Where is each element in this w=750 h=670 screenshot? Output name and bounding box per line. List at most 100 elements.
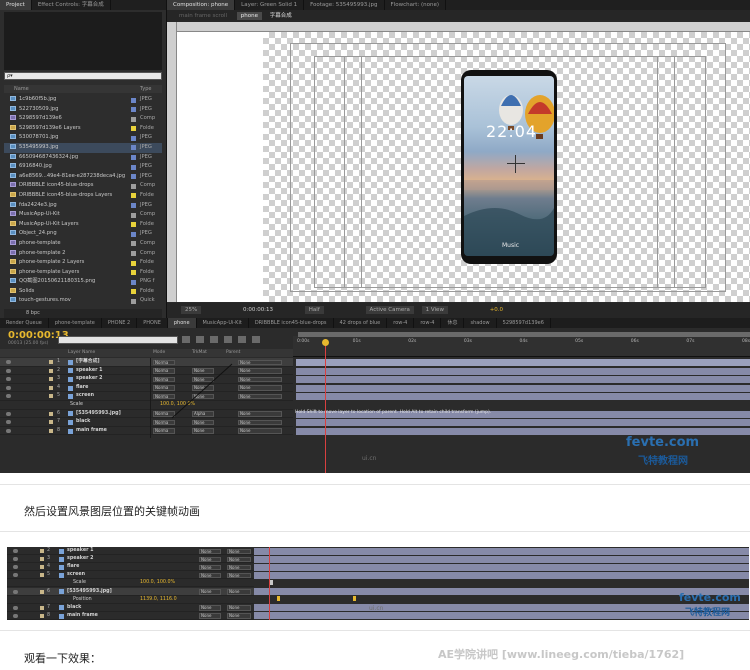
layer-row[interactable]: 7 black Norma None None bbox=[0, 418, 293, 427]
eye-icon[interactable] bbox=[13, 589, 18, 594]
landscape-screen-layer[interactable]: 22:04 Music bbox=[464, 76, 554, 256]
layer-name[interactable]: screen bbox=[67, 571, 85, 579]
label-color-swatch[interactable] bbox=[49, 411, 53, 416]
trkmat-select[interactable]: None bbox=[199, 605, 221, 611]
ruler-top[interactable] bbox=[177, 22, 750, 32]
parent-select[interactable]: None bbox=[238, 428, 282, 434]
layer-duration-bar[interactable] bbox=[254, 563, 749, 571]
eye-icon[interactable] bbox=[6, 428, 11, 433]
trkmat-select[interactable]: None bbox=[199, 548, 221, 554]
comp-flowchart-icon[interactable] bbox=[182, 336, 190, 343]
project-item[interactable]: DRIBBBLE icon45-blue-drops Layers Folde bbox=[4, 191, 162, 201]
project-item[interactable]: 535495993.jpg JPEG bbox=[4, 142, 162, 153]
label-color-swatch[interactable] bbox=[131, 155, 136, 161]
project-item[interactable]: phone-template 2 Layers Folde bbox=[4, 258, 162, 268]
resolution-select[interactable]: Half bbox=[304, 306, 324, 314]
parent-select[interactable]: None bbox=[238, 419, 282, 426]
position-keyframe[interactable] bbox=[353, 596, 356, 602]
layer-duration-bar[interactable] bbox=[254, 571, 749, 579]
property-track[interactable] bbox=[254, 596, 749, 604]
project-item[interactable]: MusicApp-Ui-Kit Layers Folde bbox=[4, 220, 162, 230]
property-value[interactable]: 100.0, 100.0% bbox=[140, 579, 175, 587]
label-color-swatch[interactable] bbox=[40, 573, 44, 578]
label-color-swatch[interactable] bbox=[49, 394, 53, 399]
timeline-tab[interactable]: phone bbox=[167, 318, 197, 328]
eye-icon[interactable] bbox=[13, 605, 18, 610]
tab-composition[interactable]: Composition: phone bbox=[167, 0, 236, 10]
column-type[interactable]: Type bbox=[140, 85, 151, 93]
layer-name[interactable]: [535495993.jpg] bbox=[67, 588, 112, 596]
project-item[interactable]: MusicApp-Ui-Kit Comp bbox=[4, 210, 162, 220]
eye-icon[interactable] bbox=[6, 420, 11, 425]
property-track[interactable] bbox=[296, 402, 750, 409]
eye-icon[interactable] bbox=[6, 377, 11, 382]
tab-layer[interactable]: Layer: Green Solid 1 bbox=[235, 0, 305, 10]
label-color-swatch[interactable] bbox=[131, 164, 136, 170]
parent-select[interactable]: None bbox=[227, 556, 251, 563]
layer-name[interactable]: speaker 1 bbox=[67, 547, 93, 555]
project-search-input[interactable]: ρ▾ bbox=[4, 72, 162, 80]
label-color-swatch[interactable] bbox=[131, 97, 136, 103]
timeline-tab[interactable]: shadow bbox=[464, 318, 497, 328]
layer-name[interactable]: [535495993.jpg] bbox=[76, 410, 121, 419]
eye-icon[interactable] bbox=[6, 368, 11, 373]
column-name[interactable]: Name bbox=[14, 85, 29, 93]
motion-blur-icon[interactable] bbox=[238, 336, 246, 343]
layer-row[interactable]: 5 screen None None bbox=[7, 571, 254, 580]
layer-duration-bar[interactable] bbox=[254, 547, 749, 555]
col-trkmat[interactable]: TrkMat bbox=[192, 349, 207, 357]
layer-row[interactable]: 7 black None None bbox=[7, 604, 254, 612]
label-color-swatch[interactable] bbox=[131, 193, 136, 199]
label-color-swatch[interactable] bbox=[40, 613, 44, 618]
label-color-swatch[interactable] bbox=[131, 298, 136, 304]
layer-name[interactable]: speaker 1 bbox=[76, 367, 102, 376]
layer-row[interactable]: 8 main frame Norma None None bbox=[0, 427, 293, 436]
label-color-swatch[interactable] bbox=[49, 368, 53, 373]
layer-duration-bar[interactable] bbox=[254, 555, 749, 563]
eye-icon[interactable] bbox=[13, 549, 18, 553]
current-time-indicator[interactable] bbox=[325, 342, 326, 473]
project-item[interactable]: 530078701.jpg JPEG bbox=[4, 133, 162, 143]
label-color-swatch[interactable] bbox=[49, 385, 53, 390]
timeline-tab[interactable]: row-4 bbox=[414, 318, 442, 328]
layer-duration-bar[interactable] bbox=[296, 419, 750, 427]
trkmat-select[interactable]: None bbox=[199, 564, 221, 571]
timeline-tab[interactable]: row-4 bbox=[387, 318, 415, 328]
layer-row[interactable]: 1 [字幕合成] Norma None bbox=[0, 358, 293, 367]
breadcrumb-subtitle-comp[interactable]: 字幕合成 bbox=[270, 13, 292, 19]
parent-select[interactable]: None bbox=[238, 411, 282, 417]
col-mode[interactable]: Mode bbox=[153, 349, 165, 357]
project-item[interactable]: phone-template Comp bbox=[4, 239, 162, 249]
property-track[interactable] bbox=[254, 580, 749, 587]
label-color-swatch[interactable] bbox=[131, 174, 136, 180]
position-keyframe[interactable] bbox=[277, 596, 280, 602]
frame-blending-icon[interactable] bbox=[224, 336, 232, 343]
parent-select[interactable]: None bbox=[227, 613, 251, 619]
layer-name[interactable]: main frame bbox=[67, 612, 98, 620]
current-time-indicator-2[interactable] bbox=[269, 547, 270, 620]
views-select[interactable]: 1 View bbox=[421, 306, 448, 314]
zoom-select[interactable]: 25% bbox=[181, 306, 202, 314]
project-item[interactable]: phone-template 2 Comp bbox=[4, 249, 162, 259]
timeline-tab[interactable]: PHONE bbox=[137, 318, 168, 328]
label-color-swatch[interactable] bbox=[131, 212, 136, 218]
project-item[interactable]: 522730509.jpg JPEG bbox=[4, 105, 162, 115]
tab-project[interactable]: Project bbox=[0, 0, 32, 10]
label-color-swatch[interactable] bbox=[40, 549, 44, 553]
layer-duration-bar[interactable] bbox=[296, 359, 750, 366]
timeline-tab[interactable]: Render Queue bbox=[0, 318, 49, 328]
layer-row[interactable]: 8 main frame None None bbox=[7, 612, 254, 620]
timeline-tab[interactable]: DRIBBBLE icon45-blue-drops bbox=[249, 318, 334, 328]
phone-mockup[interactable]: 22:04 Music bbox=[461, 70, 557, 264]
layer-row[interactable]: 4 flare Norma None None bbox=[0, 384, 293, 393]
layer-name[interactable]: flare bbox=[76, 384, 88, 393]
property-row[interactable]: Position 1139.0, 1116.0 bbox=[7, 596, 254, 604]
layer-duration-bar[interactable] bbox=[254, 604, 749, 612]
eye-icon[interactable] bbox=[6, 394, 11, 399]
layer-duration-bar[interactable] bbox=[296, 384, 750, 392]
project-item[interactable]: QQ截图20150621180315.png PNG f bbox=[4, 277, 162, 287]
bpc-button[interactable]: 8 bpc bbox=[26, 310, 40, 316]
layer-duration-bar[interactable] bbox=[296, 376, 750, 384]
eye-icon[interactable] bbox=[6, 385, 11, 390]
layer-row[interactable]: 6 [535495993.jpg] Norma Alpha None bbox=[0, 410, 293, 419]
